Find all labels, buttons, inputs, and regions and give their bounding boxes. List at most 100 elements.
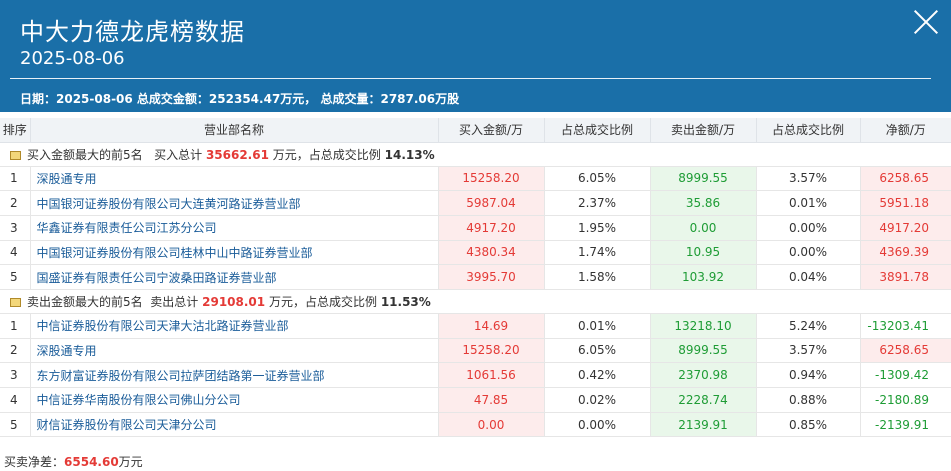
buy-section-header: 买入金额最大的前5名 买入总计 35662.61 万元，占总成交比例 14.13… xyxy=(0,142,951,167)
buy-amount: 0.00 xyxy=(438,412,545,438)
table-row: 4 中国银河证券股份有限公司桂林中山中路证券营业部 4380.34 1.74% 10.9… xyxy=(0,240,951,266)
buy-amount: 5987.04 xyxy=(438,190,545,216)
sell-section-label: 卖出金额最大的前5名 xyxy=(27,294,143,309)
branch-link[interactable]: 财信证券股份有限公司天津分公司 xyxy=(30,412,439,438)
net-amount: 4369.39 xyxy=(860,240,951,266)
branch-link[interactable]: 深股通专用 xyxy=(30,338,439,364)
branch-link[interactable]: 深股通专用 xyxy=(30,166,439,192)
row-rank: 1 xyxy=(0,313,31,339)
col-sell: 卖出金额/万 xyxy=(650,118,757,143)
table-header-row: 排序 营业部名称 买入金额/万 占总成交比例 卖出金额/万 占总成交比例 净额/… xyxy=(0,118,951,143)
sell-ratio: 0.88% xyxy=(756,387,861,413)
sell-amount: 2228.74 xyxy=(650,387,757,413)
buy-ratio: 0.42% xyxy=(544,362,651,388)
table-row: 1 中信证券股份有限公司天津大沽北路证券营业部 14.69 0.01% 13218.10… xyxy=(0,313,951,339)
buy-amount: 15258.20 xyxy=(438,338,545,364)
buy-ratio: 6.05% xyxy=(544,338,651,364)
col-net: 净额/万 xyxy=(860,118,951,143)
header-banner: 中大力德龙虎榜数据 2025-08-06 日期：2025-08-06 总成交金额… xyxy=(0,0,951,112)
sell-ratio: 3.57% xyxy=(756,166,861,192)
net-amount: -2180.89 xyxy=(860,387,951,413)
net-amount: 6258.65 xyxy=(860,338,951,364)
branch-link[interactable]: 国盛证券有限责任公司宁波桑田路证券营业部 xyxy=(30,264,439,290)
trade-summary: 日期：2025-08-06 总成交金额：252354.47万元， 总成交量：27… xyxy=(20,92,460,106)
branch-link[interactable]: 中信证券股份有限公司天津大沽北路证券营业部 xyxy=(30,313,439,339)
buy-ratio: 1.95% xyxy=(544,215,651,241)
table-row: 5 国盛证券有限责任公司宁波桑田路证券营业部 3995.70 1.58% 103.92 0… xyxy=(0,264,951,290)
sell-amount: 103.92 xyxy=(650,264,757,290)
buy-total-ratio: 14.13% xyxy=(384,147,435,162)
buy-ratio: 0.00% xyxy=(544,412,651,438)
branch-link[interactable]: 中信证券华南股份有限公司佛山分公司 xyxy=(30,387,439,413)
sell-amount: 2370.98 xyxy=(650,362,757,388)
row-rank: 3 xyxy=(0,362,31,388)
sell-ratio: 0.85% xyxy=(756,412,861,438)
row-rank: 1 xyxy=(0,166,31,192)
buy-ratio: 0.01% xyxy=(544,313,651,339)
dragon-tiger-table: 排序 营业部名称 买入金额/万 占总成交比例 卖出金额/万 占总成交比例 净额/… xyxy=(0,118,951,438)
folder-icon xyxy=(10,150,21,160)
table-row: 2 中国银河证券股份有限公司大连黄河路证券营业部 5987.04 2.37% 35.86… xyxy=(0,190,951,216)
net-difference-label: 买卖净差： xyxy=(4,455,65,469)
row-rank: 5 xyxy=(0,412,31,438)
buy-ratio: 0.02% xyxy=(544,387,651,413)
folder-icon xyxy=(10,297,21,307)
buy-total-value: 35662.61 xyxy=(205,147,269,162)
buy-ratio: 6.05% xyxy=(544,166,651,192)
net-difference: 买卖净差：6554.60万元 xyxy=(4,453,143,470)
sell-amount: 0.00 xyxy=(650,215,757,241)
sell-total-ratio: 11.53% xyxy=(380,294,431,309)
net-amount: 5951.18 xyxy=(860,190,951,216)
col-sell-pct: 占总成交比例 xyxy=(756,118,861,143)
sell-total-prefix: 卖出总计 xyxy=(150,294,199,309)
sell-ratio: 5.24% xyxy=(756,313,861,339)
sell-amount: 35.86 xyxy=(650,190,757,216)
sell-ratio: 3.57% xyxy=(756,338,861,364)
net-amount: -2139.91 xyxy=(860,412,951,438)
sell-total-value: 29108.01 xyxy=(202,294,266,309)
buy-amount: 4917.20 xyxy=(438,215,545,241)
row-rank: 4 xyxy=(0,240,31,266)
net-amount: -1309.42 xyxy=(860,362,951,388)
sell-ratio: 0.94% xyxy=(756,362,861,388)
sell-amount: 13218.10 xyxy=(650,313,757,339)
buy-total-suffix: 万元，占总成交比例 xyxy=(272,147,381,162)
page-title: 中大力德龙虎榜数据 xyxy=(20,18,245,46)
net-difference-unit: 万元 xyxy=(118,455,143,469)
sell-amount: 8999.55 xyxy=(650,338,757,364)
buy-section-label: 买入金额最大的前5名 xyxy=(27,147,143,162)
sell-amount: 10.95 xyxy=(650,240,757,266)
buy-section-cell: 买入金额最大的前5名 买入总计 35662.61 万元，占总成交比例 14.13… xyxy=(0,142,951,167)
col-buy-pct: 占总成交比例 xyxy=(544,118,651,143)
table-row: 5 财信证券股份有限公司天津分公司 0.00 0.00% 2139.91 0.85% -21… xyxy=(0,412,951,438)
net-amount: -13203.41 xyxy=(860,313,951,339)
close-icon[interactable] xyxy=(907,4,945,42)
row-rank: 2 xyxy=(0,190,31,216)
branch-link[interactable]: 东方财富证券股份有限公司拉萨团结路第一证券营业部 xyxy=(30,362,439,388)
sell-ratio: 0.00% xyxy=(756,215,861,241)
buy-amount: 4380.34 xyxy=(438,240,545,266)
sell-ratio: 0.01% xyxy=(756,190,861,216)
col-buy: 买入金额/万 xyxy=(438,118,545,143)
col-branch: 营业部名称 xyxy=(30,118,439,143)
col-rank: 排序 xyxy=(0,118,31,143)
page-date: 2025-08-06 xyxy=(20,48,125,69)
branch-link[interactable]: 中国银河证券股份有限公司大连黄河路证券营业部 xyxy=(30,190,439,216)
net-difference-value: 6554.60 xyxy=(64,455,119,469)
branch-link[interactable]: 华鑫证券有限责任公司江苏分公司 xyxy=(30,215,439,241)
row-rank: 4 xyxy=(0,387,31,413)
header-divider xyxy=(10,78,931,79)
table-row: 4 中信证券华南股份有限公司佛山分公司 47.85 0.02% 2228.74 0.88%… xyxy=(0,387,951,413)
net-amount: 4917.20 xyxy=(860,215,951,241)
table-row: 1 深股通专用 15258.20 6.05% 8999.55 3.57% 6258.65 xyxy=(0,166,951,192)
buy-amount: 3995.70 xyxy=(438,264,545,290)
sell-amount: 8999.55 xyxy=(650,166,757,192)
buy-ratio: 2.37% xyxy=(544,190,651,216)
net-amount: 6258.65 xyxy=(860,166,951,192)
buy-amount: 14.69 xyxy=(438,313,545,339)
buy-amount: 15258.20 xyxy=(438,166,545,192)
buy-amount: 47.85 xyxy=(438,387,545,413)
row-rank: 3 xyxy=(0,215,31,241)
buy-amount: 1061.56 xyxy=(438,362,545,388)
branch-link[interactable]: 中国银河证券股份有限公司桂林中山中路证券营业部 xyxy=(30,240,439,266)
